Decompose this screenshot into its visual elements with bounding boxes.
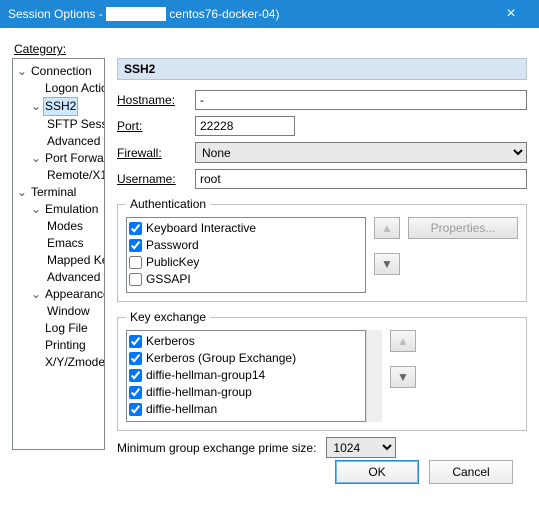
chevron-down-icon[interactable]: ⌄	[17, 184, 27, 201]
settings-panel: SSH2 Hostname: Port: Firewall: None User…	[117, 58, 527, 450]
scrollbar[interactable]	[366, 330, 382, 422]
tree-ssh2[interactable]: SSH2	[43, 97, 78, 116]
port-input[interactable]	[195, 116, 295, 136]
chevron-down-icon[interactable]: ⌄	[31, 98, 41, 115]
min-group-select[interactable]: 1024	[326, 437, 396, 458]
close-icon[interactable]: ×	[491, 5, 531, 23]
title-prefix: Session Options -	[8, 7, 103, 21]
auth-item-label: GSSAPI	[146, 271, 191, 288]
properties-button[interactable]: Properties...	[408, 217, 518, 239]
firewall-label: Firewall:	[117, 146, 195, 160]
title-bar: Session Options - centos76-docker-04) ×	[0, 0, 539, 28]
auth-item-label: Keyboard Interactive	[146, 220, 256, 237]
tree-port-forwarding[interactable]: Port Forwarding	[43, 150, 105, 167]
kex-check[interactable]	[129, 335, 142, 348]
auth-move-up-button[interactable]: ▲	[374, 217, 400, 239]
tree-terminal[interactable]: Terminal	[29, 184, 78, 201]
kex-check[interactable]	[129, 352, 142, 365]
title-suffix: centos76-docker-04)	[169, 7, 279, 21]
tree-xyzmodem[interactable]: X/Y/Zmodem	[43, 354, 105, 371]
tree-log-file[interactable]: Log File	[43, 320, 90, 337]
auth-item-label: Password	[146, 237, 199, 254]
tree-remote-x11[interactable]: Remote/X11	[45, 167, 105, 184]
kex-move-up-button[interactable]: ▲	[390, 330, 416, 352]
tree-mapped-keys[interactable]: Mapped Keys	[45, 252, 105, 269]
chevron-down-icon[interactable]: ⌄	[31, 201, 41, 218]
cancel-button[interactable]: Cancel	[429, 460, 513, 484]
auth-listbox[interactable]: Keyboard Interactive Password PublicKey …	[126, 217, 366, 293]
authentication-legend: Authentication	[126, 197, 210, 211]
tree-emulation[interactable]: Emulation	[43, 201, 100, 218]
hostname-input[interactable]	[195, 90, 527, 110]
tree-appearance[interactable]: Appearance	[43, 286, 105, 303]
category-tree[interactable]: ⌄Connection ·Logon Actions ⌄SSH2 SFTP Se…	[12, 58, 105, 450]
username-label: Username:	[117, 172, 195, 186]
ok-button[interactable]: OK	[335, 460, 419, 484]
panel-title: SSH2	[117, 58, 527, 80]
kex-check[interactable]	[129, 369, 142, 382]
min-group-label: Minimum group exchange prime size:	[117, 441, 316, 455]
kex-move-down-button[interactable]: ▼	[390, 366, 416, 388]
tree-connection[interactable]: Connection	[29, 63, 94, 80]
title-redacted	[106, 7, 166, 21]
auth-publickey-check[interactable]	[129, 256, 142, 269]
auth-item-label: PublicKey	[146, 254, 199, 271]
chevron-down-icon[interactable]: ⌄	[17, 63, 27, 80]
firewall-select[interactable]: None	[195, 142, 527, 163]
hostname-label: Hostname:	[117, 93, 195, 107]
port-label: Port:	[117, 119, 195, 133]
tree-advanced2[interactable]: Advanced	[45, 269, 102, 286]
tree-modes[interactable]: Modes	[45, 218, 85, 235]
kex-item-label: Kerberos	[146, 333, 195, 350]
auth-password-check[interactable]	[129, 239, 142, 252]
chevron-down-icon[interactable]: ⌄	[31, 286, 41, 303]
window-title: Session Options - centos76-docker-04)	[8, 7, 491, 22]
category-label: Category:	[14, 42, 527, 56]
tree-sftp-session[interactable]: SFTP Session	[45, 116, 105, 133]
kex-item-label: Kerberos (Group Exchange)	[146, 350, 296, 367]
tree-advanced[interactable]: Advanced	[45, 133, 102, 150]
kex-item-label: diffie-hellman-group	[146, 384, 252, 401]
auth-move-down-button[interactable]: ▼	[374, 253, 400, 275]
kex-check[interactable]	[129, 403, 142, 416]
kex-item-label: diffie-hellman	[146, 401, 217, 418]
tree-window[interactable]: Window	[45, 303, 92, 320]
tree-printing[interactable]: Printing	[43, 337, 88, 354]
auth-kb-interactive-check[interactable]	[129, 222, 142, 235]
key-exchange-legend: Key exchange	[126, 310, 210, 324]
username-input[interactable]	[195, 169, 527, 189]
tree-emacs[interactable]: Emacs	[45, 235, 86, 252]
key-exchange-group: Key exchange Kerberos Kerberos (Group Ex…	[117, 310, 527, 431]
auth-gssapi-check[interactable]	[129, 273, 142, 286]
authentication-group: Authentication Keyboard Interactive Pass…	[117, 197, 527, 302]
kex-check[interactable]	[129, 386, 142, 399]
chevron-down-icon[interactable]: ⌄	[31, 150, 41, 167]
kex-listbox[interactable]: Kerberos Kerberos (Group Exchange) diffi…	[126, 330, 366, 422]
tree-logon-actions[interactable]: Logon Actions	[43, 80, 105, 97]
kex-item-label: diffie-hellman-group14	[146, 367, 265, 384]
